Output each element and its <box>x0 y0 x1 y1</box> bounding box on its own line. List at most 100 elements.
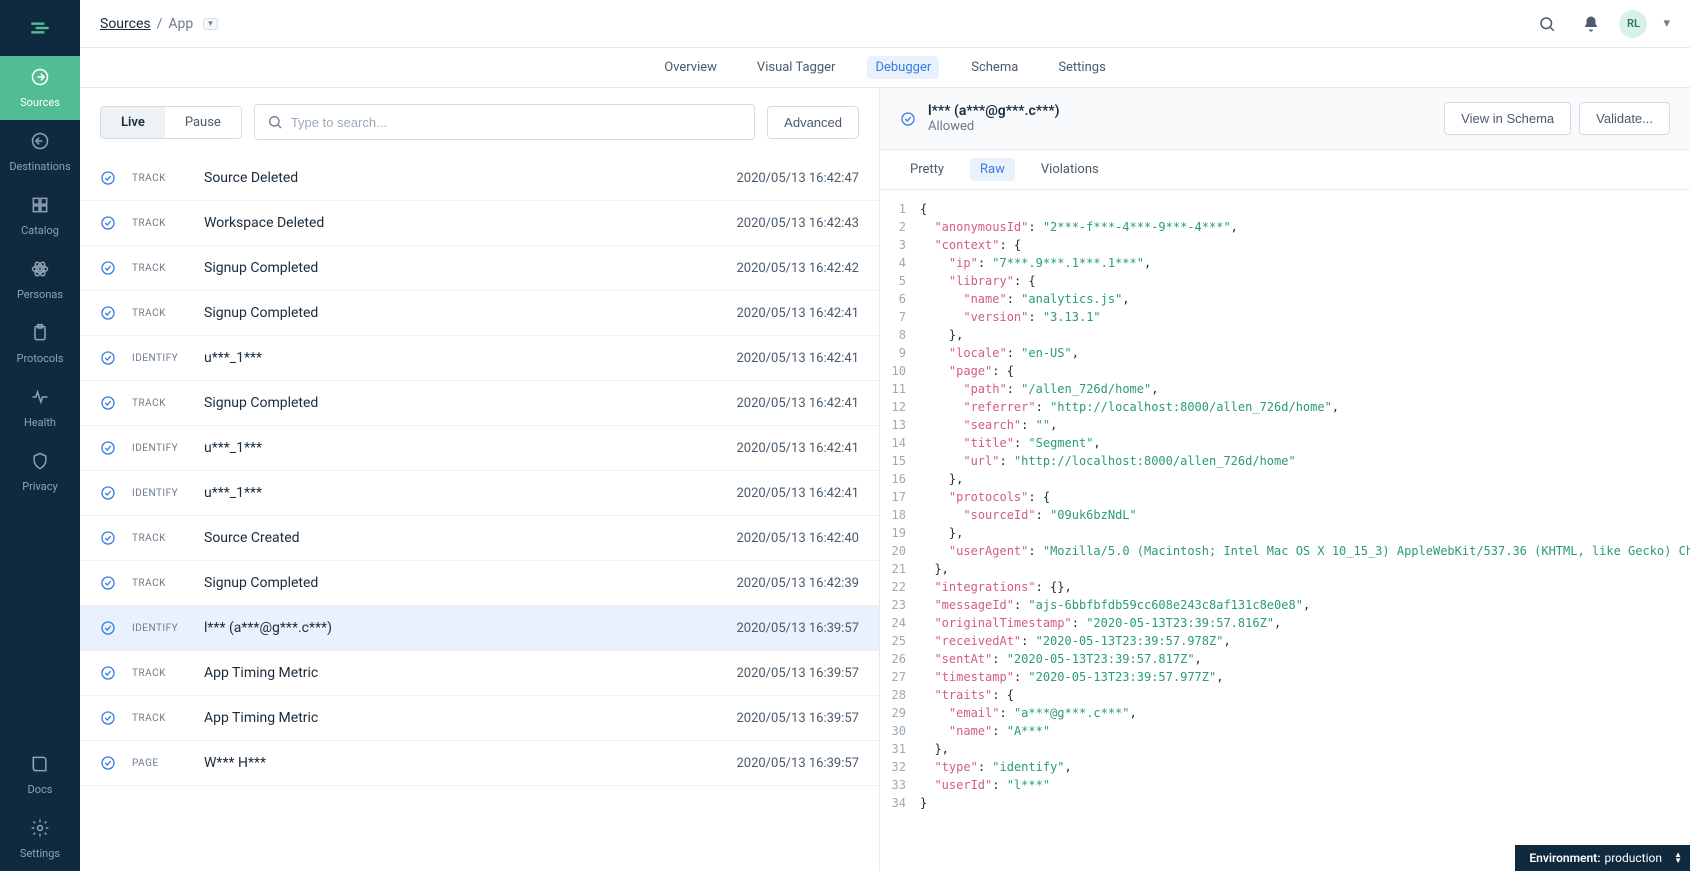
event-name: Workspace Deleted <box>204 215 720 231</box>
event-type: TRACK <box>132 173 188 184</box>
event-list: TRACKSource Deleted2020/05/13 16:42:47TR… <box>80 156 879 871</box>
event-time: 2020/05/13 16:42:43 <box>736 216 859 231</box>
event-time: 2020/05/13 16:42:41 <box>736 351 859 366</box>
event-name: Source Created <box>204 530 720 546</box>
pause-button[interactable]: Pause <box>165 107 241 138</box>
event-row[interactable]: TRACKSource Deleted2020/05/13 16:42:47 <box>80 156 879 201</box>
live-button[interactable]: Live <box>101 107 165 138</box>
search-icon <box>267 114 283 130</box>
event-type: IDENTIFY <box>132 353 188 364</box>
breadcrumb-root[interactable]: Sources <box>100 16 151 32</box>
event-name: App Timing Metric <box>204 710 720 726</box>
event-time: 2020/05/13 16:39:57 <box>736 621 859 636</box>
event-row[interactable]: IDENTIFY u***_1*** 2020/05/13 16:42:41 <box>80 336 879 381</box>
event-time: 2020/05/13 16:39:57 <box>736 666 859 681</box>
atom-icon <box>30 259 50 282</box>
sidebar-item-docs[interactable]: Docs <box>0 743 80 807</box>
event-name: Signup Completed <box>204 575 720 591</box>
event-name: u***_1*** <box>204 440 720 456</box>
breadcrumb-menu[interactable]: ▾ <box>203 18 218 30</box>
sidebar-item-privacy[interactable]: Privacy <box>0 440 80 504</box>
grid-icon <box>30 195 50 218</box>
check-circle-icon <box>100 665 116 681</box>
event-time: 2020/05/13 16:39:57 <box>736 711 859 726</box>
subnav: Overview Visual Tagger Debugger Schema Setti… <box>80 48 1690 88</box>
event-type: TRACK <box>132 263 188 274</box>
event-name: Source Deleted <box>204 170 720 186</box>
event-row[interactable]: TRACKApp Timing Metric2020/05/13 16:39:5… <box>80 651 879 696</box>
check-circle-icon <box>100 260 116 276</box>
pulse-icon <box>30 387 50 410</box>
detail-tab-pretty[interactable]: Pretty <box>900 158 954 181</box>
sort-icon: ▲▼ <box>1674 852 1682 864</box>
event-type: TRACK <box>132 533 188 544</box>
event-row[interactable]: IDENTIFYl*** (a***@g***.c***)2020/05/13 … <box>80 606 879 651</box>
check-circle-icon <box>100 575 116 591</box>
event-row[interactable]: IDENTIFYu***_1***2020/05/13 16:42:41 <box>80 471 879 516</box>
check-circle-icon <box>100 170 116 186</box>
tab-settings[interactable]: Settings <box>1050 56 1113 79</box>
advanced-button[interactable]: Advanced <box>767 106 859 139</box>
detail-panel: l*** (a***@g***.c***) Allowed View in Sc… <box>880 88 1690 871</box>
event-row[interactable]: TRACKSignup Completed2020/05/13 16:42:41 <box>80 381 879 426</box>
event-name: u***_1*** <box>204 350 720 366</box>
check-circle-icon <box>100 530 116 546</box>
bell-icon[interactable] <box>1575 8 1607 40</box>
detail-status: Allowed <box>928 119 1432 134</box>
avatar[interactable]: RL <box>1619 10 1647 38</box>
tab-overview[interactable]: Overview <box>656 56 725 79</box>
arrow-right-circle-icon <box>30 67 50 90</box>
detail-tab-violations[interactable]: Violations <box>1031 158 1109 181</box>
event-time: 2020/05/13 16:42:40 <box>736 531 859 546</box>
view-in-schema-button[interactable]: View in Schema <box>1444 102 1571 135</box>
tab-debugger[interactable]: Debugger <box>867 56 939 79</box>
event-row[interactable]: PAGEW*** H***2020/05/13 16:39:57 <box>80 741 879 786</box>
event-name: Signup Completed <box>204 260 720 276</box>
event-type: TRACK <box>132 578 188 589</box>
sidebar-item-health[interactable]: Health <box>0 376 80 440</box>
event-time: 2020/05/13 16:42:41 <box>736 441 859 456</box>
check-circle-icon <box>100 395 116 411</box>
check-circle-icon <box>100 440 116 456</box>
event-row[interactable]: TRACK Signup Completed 2020/05/13 16:42:39 <box>80 561 879 606</box>
tab-schema[interactable]: Schema <box>963 56 1026 79</box>
sidebar-item-settings[interactable]: Settings <box>0 807 80 871</box>
event-row[interactable]: TRACKWorkspace Deleted2020/05/13 16:42:4… <box>80 201 879 246</box>
chevron-down-icon[interactable]: ▾ <box>1663 16 1670 31</box>
event-type: IDENTIFY <box>132 443 188 454</box>
event-row[interactable]: IDENTIFY u***_1*** 2020/05/13 16:42:41 <box>80 426 879 471</box>
event-type: IDENTIFY <box>132 488 188 499</box>
sidebar-item-catalog[interactable]: Catalog <box>0 184 80 248</box>
sidebar: SourcesDestinationsCatalogPersonasProtoc… <box>0 0 80 871</box>
event-type: TRACK <box>132 713 188 724</box>
event-type: TRACK <box>132 308 188 319</box>
detail-tab-raw[interactable]: Raw <box>970 158 1015 181</box>
event-name: Signup Completed <box>204 305 720 321</box>
event-row[interactable]: TRACK Source Created 2020/05/13 16:42:40 <box>80 516 879 561</box>
sidebar-item-sources[interactable]: Sources <box>0 56 80 120</box>
tab-visual-tagger[interactable]: Visual Tagger <box>749 56 844 79</box>
event-type: TRACK <box>132 398 188 409</box>
live-pause-toggle: Live Pause <box>100 106 242 139</box>
sidebar-item-destinations[interactable]: Destinations <box>0 120 80 184</box>
search-icon[interactable] <box>1531 8 1563 40</box>
validate-button[interactable]: Validate... <box>1579 102 1670 135</box>
breadcrumb: Sources / App ▾ <box>100 16 218 32</box>
sidebar-item-personas[interactable]: Personas <box>0 248 80 312</box>
sidebar-item-protocols[interactable]: Protocols <box>0 312 80 376</box>
environment-bar[interactable]: Environment: production ▲▼ <box>1515 845 1690 871</box>
event-name: W*** H*** <box>204 755 720 771</box>
event-row[interactable]: TRACK Signup Completed 2020/05/13 16:42:42 <box>80 246 879 291</box>
event-row[interactable]: TRACKSignup Completed2020/05/13 16:42:41 <box>80 291 879 336</box>
event-row[interactable]: TRACK App Timing Metric 2020/05/13 16:39:5… <box>80 696 879 741</box>
event-time: 2020/05/13 16:42:42 <box>736 261 859 276</box>
search-input[interactable] <box>291 115 742 130</box>
event-time: 2020/05/13 16:42:41 <box>736 396 859 411</box>
clipboard-icon <box>30 323 50 346</box>
topbar: Sources / App ▾ RL ▾ <box>80 0 1690 48</box>
code-view: 1{2 "anonymousId": "2***-f***-4***-9***-… <box>880 190 1690 871</box>
event-time: 2020/05/13 16:42:39 <box>736 576 859 591</box>
detail-title: l*** (a***@g***.c***) <box>928 103 1432 119</box>
event-type: TRACK <box>132 668 188 679</box>
event-time: 2020/05/13 16:42:41 <box>736 486 859 501</box>
